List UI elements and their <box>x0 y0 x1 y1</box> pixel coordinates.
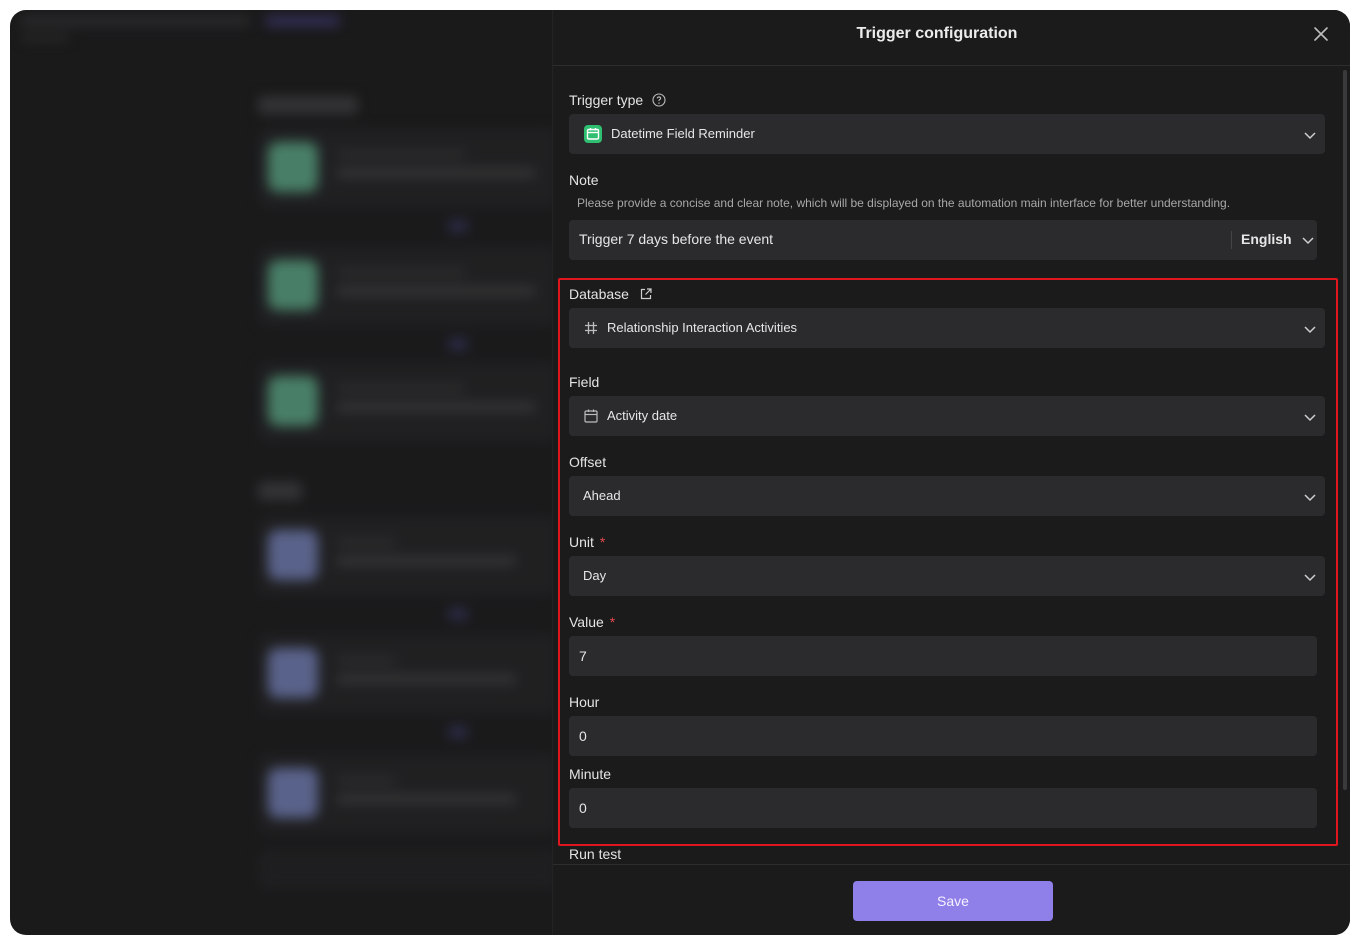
field-label: Field <box>569 374 600 390</box>
unit-select[interactable]: Day <box>569 556 1325 596</box>
offset-select[interactable]: Ahead <box>569 476 1325 516</box>
drawer-header: Trigger configuration <box>553 10 1350 66</box>
calendar-icon <box>584 125 602 143</box>
database-select[interactable]: Relationship Interaction Activities <box>569 308 1325 348</box>
bg-action-card <box>258 634 558 714</box>
value-input[interactable]: 7 <box>569 636 1317 676</box>
chevron-down-icon <box>1304 574 1316 582</box>
chevron-down-icon <box>1304 494 1316 502</box>
field-value: Activity date <box>607 408 678 423</box>
help-icon[interactable] <box>652 93 666 107</box>
close-icon[interactable] <box>1313 26 1329 42</box>
chevron-down-icon <box>1304 326 1316 334</box>
drawer-footer: Save <box>553 864 1350 935</box>
trigger-type-value: Datetime Field Reminder <box>611 126 755 141</box>
bg-breadcrumb-accent <box>265 16 340 26</box>
grid-icon <box>585 322 597 334</box>
trigger-configuration-drawer: Trigger configuration Trigger type Datet… <box>552 10 1350 935</box>
language-select[interactable]: English <box>1239 230 1317 250</box>
calendar-icon <box>584 409 598 423</box>
language-label: English <box>1241 231 1292 247</box>
bg-trigger-card <box>258 246 558 326</box>
external-link-icon[interactable] <box>639 287 653 301</box>
value-input-value: 7 <box>579 648 587 664</box>
bg-connector <box>448 608 468 620</box>
trigger-type-label: Trigger type <box>569 92 666 108</box>
offset-value: Ahead <box>583 488 621 503</box>
minute-input-value: 0 <box>579 800 587 816</box>
chevron-down-icon <box>1304 414 1316 422</box>
bg-subtitle <box>20 34 70 42</box>
database-value: Relationship Interaction Activities <box>607 320 798 335</box>
bg-section-heading <box>258 482 302 500</box>
chevron-down-icon <box>1302 237 1314 245</box>
bg-action-card <box>258 516 558 596</box>
bg-action-card <box>258 754 558 834</box>
app-window: Trigger configuration Trigger type Datet… <box>10 10 1350 935</box>
bg-add-action <box>258 850 558 890</box>
hour-input[interactable]: 0 <box>569 716 1317 756</box>
note-label: Note <box>569 172 599 188</box>
unit-value: Day <box>583 568 607 583</box>
bg-connector <box>448 220 468 232</box>
value-label: Value * <box>569 614 615 630</box>
bg-section-heading <box>258 96 358 114</box>
minute-label: Minute <box>569 766 612 782</box>
bg-connector <box>448 726 468 738</box>
trigger-type-select[interactable]: Datetime Field Reminder <box>569 114 1325 154</box>
offset-label: Offset <box>569 454 607 470</box>
blurred-background <box>10 10 558 935</box>
trigger-type-label-text: Trigger type <box>569 92 644 108</box>
unit-label: Unit * <box>569 534 605 550</box>
hour-label: Hour <box>569 694 600 710</box>
database-label: Database <box>569 286 653 302</box>
note-description: Please provide a concise and clear note,… <box>577 196 1231 210</box>
chevron-down-icon <box>1304 132 1316 140</box>
bg-trigger-card <box>258 128 558 208</box>
run-test-label: Run test <box>569 846 622 862</box>
save-button[interactable]: Save <box>853 881 1053 921</box>
unit-label-text: Unit <box>569 534 594 550</box>
note-input[interactable]: Trigger 7 days before the event English <box>569 220 1317 260</box>
field-select[interactable]: Activity date <box>569 396 1325 436</box>
required-mark: * <box>599 534 606 550</box>
bg-trigger-card <box>258 362 558 442</box>
note-value: Trigger 7 days before the event <box>579 231 774 247</box>
bg-breadcrumb <box>20 16 250 26</box>
scrollbar-thumb[interactable] <box>1343 70 1347 790</box>
required-mark: * <box>609 614 616 630</box>
divider <box>1231 231 1232 249</box>
drawer-title: Trigger configuration <box>856 25 1018 42</box>
value-label-text: Value <box>569 614 604 630</box>
bg-connector <box>448 338 468 350</box>
hour-input-value: 0 <box>579 728 587 744</box>
database-label-text: Database <box>569 286 629 302</box>
minute-input[interactable]: 0 <box>569 788 1317 828</box>
